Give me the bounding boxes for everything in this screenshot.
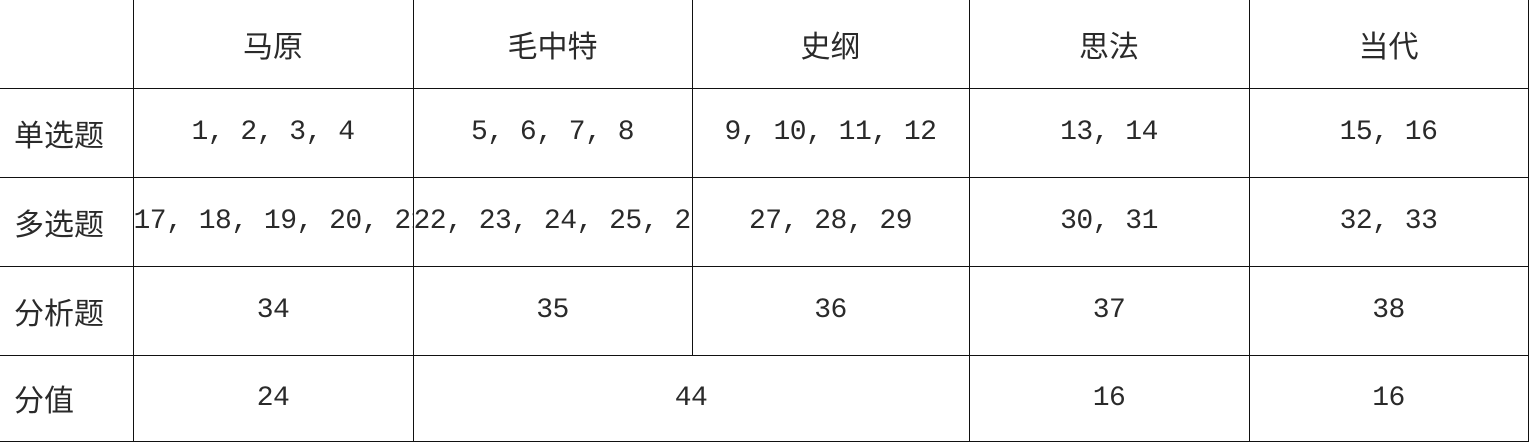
row-label-score: 分值 <box>0 354 134 442</box>
header-row: 马原 毛中特 史纲 思法 当代 <box>0 0 1529 89</box>
table-cell: 15, 16 <box>1248 87 1529 178</box>
table-row-single-choice: 单选题 1, 2, 3, 4 5, 6, 7, 8 9, 10, 11, 12 … <box>0 87 1529 178</box>
row-label-single-choice: 单选题 <box>0 87 134 178</box>
table-cell: 38 <box>1248 265 1529 356</box>
table-cell: 24 <box>132 354 414 442</box>
table-cell: 13, 14 <box>968 87 1250 178</box>
header-dangdai: 当代 <box>1248 0 1529 89</box>
table-row-multiple-choice: 多选题 17, 18, 19, 20, 21 22, 23, 24, 25, 2… <box>0 176 1529 267</box>
table-cell: 16 <box>1248 354 1529 442</box>
table-cell: 5, 6, 7, 8 <box>412 87 693 178</box>
table-row-analysis: 分析题 34 35 36 37 38 <box>0 265 1529 356</box>
corner-cell <box>0 0 134 89</box>
table-cell: 36 <box>691 265 970 356</box>
table-cell: 35 <box>412 265 693 356</box>
table-cell-merged: 44 <box>412 354 970 442</box>
header-shigang: 史纲 <box>691 0 970 89</box>
table-cell: 34 <box>132 265 414 356</box>
table-cell: 17, 18, 19, 20, 21 <box>132 176 414 267</box>
table-cell: 37 <box>968 265 1250 356</box>
header-maozhongte: 毛中特 <box>412 0 693 89</box>
row-label-analysis: 分析题 <box>0 265 134 356</box>
header-mayuan: 马原 <box>132 0 414 89</box>
question-distribution-table-wrap: 马原 毛中特 史纲 思法 当代 单选题 1, 2, 3, 4 5, 6, 7, … <box>0 0 1529 442</box>
table-cell: 27, 28, 29 <box>691 176 970 267</box>
question-distribution-table: 马原 毛中特 史纲 思法 当代 单选题 1, 2, 3, 4 5, 6, 7, … <box>0 0 1529 442</box>
row-label-multiple-choice: 多选题 <box>0 176 134 267</box>
table-cell: 9, 10, 11, 12 <box>691 87 970 178</box>
table-cell: 1, 2, 3, 4 <box>132 87 414 178</box>
table-row-score: 分值 24 44 16 16 <box>0 354 1529 442</box>
table-cell: 30, 31 <box>968 176 1250 267</box>
header-sifa: 思法 <box>968 0 1250 89</box>
table-cell: 22, 23, 24, 25, 26 <box>412 176 693 267</box>
table-cell: 32, 33 <box>1248 176 1529 267</box>
table-cell: 16 <box>968 354 1250 442</box>
